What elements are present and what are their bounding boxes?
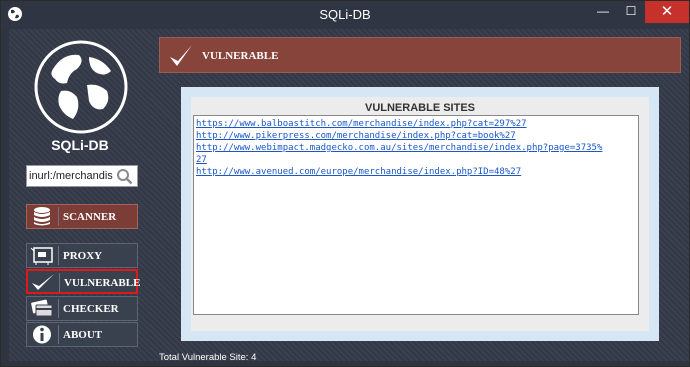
checker-label: CHECKER [63,303,119,315]
close-button[interactable]: ✕ [645,1,689,23]
cards-icon [31,299,53,317]
checkmark-icon [32,274,54,290]
scanner-button[interactable]: SCANNER [26,204,138,229]
button-separator [59,273,60,292]
info-icon [33,325,51,344]
proxy-label: PROXY [63,250,103,262]
panel-title: VULNERABLE SITES [364,102,475,114]
site-link[interactable]: http://www.webimpact.madgecko.com.au/sit… [196,143,602,153]
proxy-card-icon [30,247,53,265]
vulnerable-label: VULNERABLE [64,277,141,289]
button-separator [58,299,59,318]
minimize-button[interactable]: — [589,1,617,23]
proxy-button[interactable]: PROXY [26,243,138,268]
about-button[interactable]: ABOUT [26,322,138,347]
button-separator [58,246,59,265]
database-icon [34,207,50,226]
page-title: VULNERABLE [202,50,279,62]
site-link[interactable]: http://www.avenued.com/europe/merchandis… [196,167,521,177]
checkmark-icon [170,45,192,66]
vulnerable-sites-list[interactable]: https://www.balboastitch.com/merchandise… [193,115,639,315]
title-bar: SQLi-DB — ☐ ✕ [1,1,689,29]
button-separator [58,325,59,344]
magnifier-icon[interactable] [116,168,133,185]
about-label: ABOUT [63,329,103,341]
dork-search-input[interactable] [29,168,115,184]
app-window: SQLi-DB — ☐ ✕ SQLi-DB SCANNER [0,0,690,367]
page-header: VULNERABLE [159,37,681,73]
site-link[interactable]: http://www.pikerpress.com/merchandise/in… [196,131,516,141]
globe-logo-icon [34,40,128,134]
brand-title: SQLi-DB [51,137,109,153]
vulnerable-button[interactable]: VULNERABLE [26,269,141,294]
search-box [26,165,138,187]
button-separator [58,207,59,226]
site-link[interactable]: https://www.balboastitch.com/merchandise… [196,119,527,129]
maximize-button[interactable]: ☐ [617,1,645,23]
status-text: Total Vulnerable Site: 4 [159,352,257,363]
checker-button[interactable]: CHECKER [26,296,138,321]
site-link[interactable]: 27 [196,155,207,165]
scanner-label: SCANNER [63,211,117,223]
window-title: SQLi-DB [319,7,371,22]
